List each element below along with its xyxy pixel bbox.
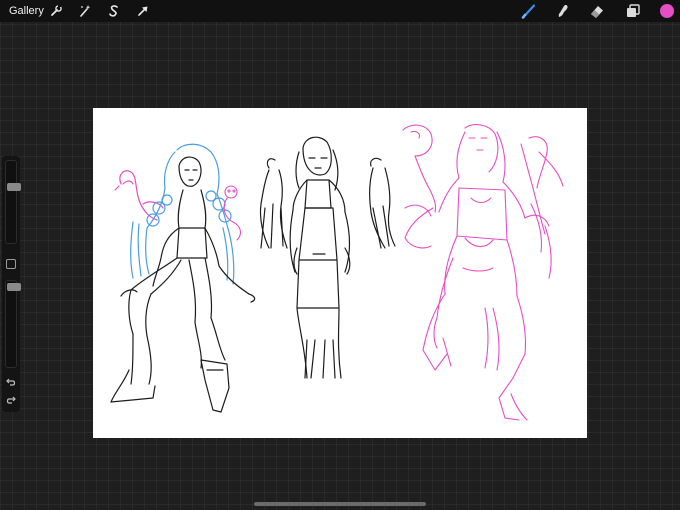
sketch-artwork (110, 124, 564, 421)
opacity-slider[interactable] (5, 280, 21, 368)
figure-two-ink (259, 136, 396, 379)
gallery-button[interactable]: Gallery (9, 4, 44, 18)
smudge-icon[interactable] (555, 3, 571, 19)
magic-wand-icon[interactable] (77, 3, 93, 19)
selection-s-icon[interactable] (106, 3, 122, 19)
modify-button[interactable] (6, 259, 16, 269)
opacity-thumb[interactable] (7, 283, 21, 291)
wrench-icon[interactable] (48, 3, 64, 19)
brush-size-thumb[interactable] (7, 182, 21, 191)
eraser-icon[interactable] (589, 3, 605, 19)
layers-icon[interactable] (625, 3, 641, 19)
redo-arrow-icon[interactable] (4, 394, 18, 406)
pink-snake (223, 185, 242, 241)
drawing-canvas[interactable] (93, 108, 587, 438)
figure-three-pink (402, 124, 564, 421)
brush-size-slider[interactable] (5, 160, 21, 244)
home-indicator (254, 502, 426, 506)
transform-arrow-icon[interactable] (135, 3, 151, 19)
color-swatch[interactable] (659, 3, 675, 19)
undo-arrow-icon[interactable] (4, 376, 18, 388)
brush-icon[interactable] (521, 3, 537, 19)
left-sidebar (2, 156, 21, 412)
top-toolbar: Gallery (0, 0, 680, 22)
